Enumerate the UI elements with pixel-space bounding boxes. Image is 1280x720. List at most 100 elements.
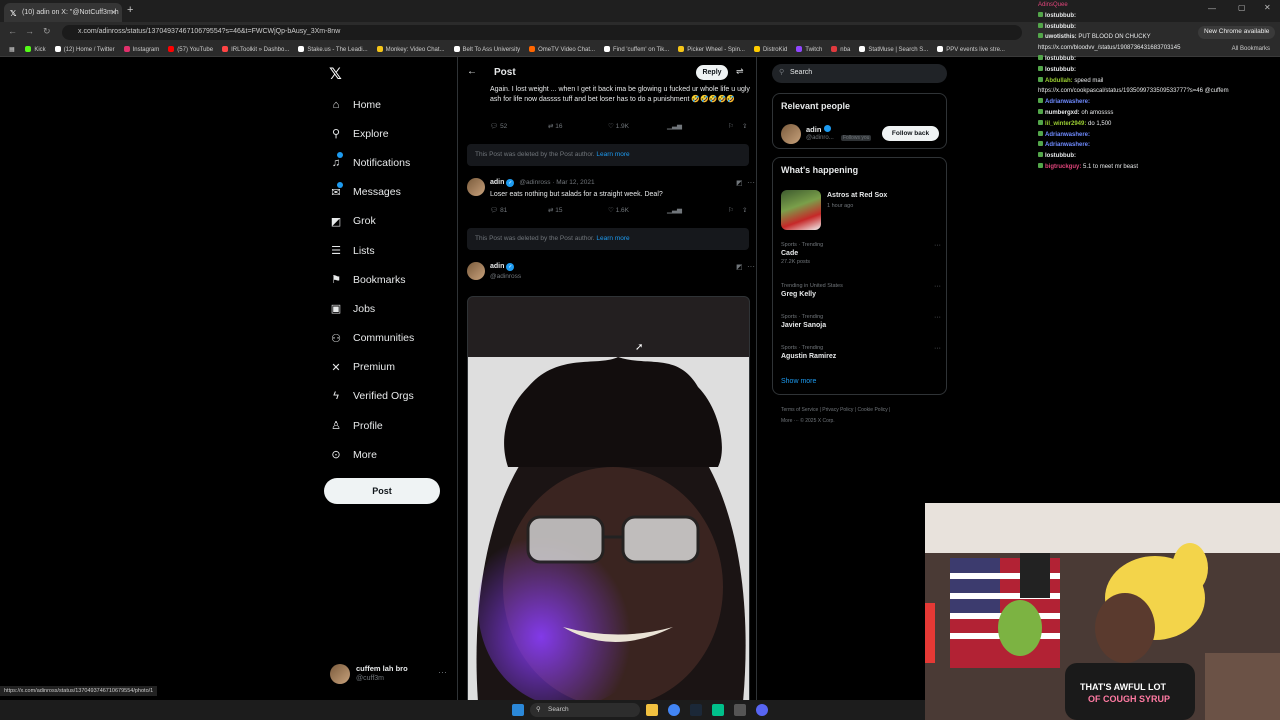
sidebar-item-bookmarks[interactable]: ⚑ Bookmarks [329,265,414,294]
explore-icon: ⚲ [331,128,341,141]
bookmark-favicon-icon [54,46,61,52]
settings-sliders-icon[interactable]: ⇌ [736,66,744,77]
bookmark-label: Belt To Ass University [462,47,521,53]
sidebar-item-more[interactable]: ⊙ More [329,440,414,469]
more-dots-icon[interactable]: ··· [747,262,755,271]
bookmark-item[interactable]: Stake.us - The Leadi... [298,46,368,53]
like-icon[interactable]: ♡ 1.6K [608,206,629,214]
bookmark-item[interactable]: DistroKid [753,46,787,53]
bookmark-item[interactable]: OmeTV Video Chat... [529,46,595,53]
sidebar-item-label: Grok [353,215,376,228]
forward-arrow-icon[interactable]: → [25,26,34,36]
bookmark-item[interactable]: Twitch [796,46,822,53]
x-logo-icon[interactable]: 𝕏 [329,64,342,84]
learn-more-link[interactable]: Learn more [596,151,629,158]
sidebar-item-explore[interactable]: ⚲ Explore [329,119,414,148]
more-dots-icon[interactable]: ··· [934,345,941,352]
account-switcher[interactable]: cuffem lah bro @cuff3m ··· [330,662,450,686]
reply-icon[interactable]: 💬︎ 81 [490,206,507,214]
bookmark-item[interactable]: Belt To Ass University [453,46,521,53]
reply-icon[interactable]: 💬︎ 52 [490,122,507,130]
sidebar-item-verified-orgs[interactable]: ϟ Verified Orgs [329,382,414,411]
app-icon[interactable] [712,704,724,716]
trend-item[interactable]: Sports · Trending Cade 27.2K posts ··· [781,242,941,265]
sidebar-item-jobs[interactable]: ▣ Jobs [329,294,414,323]
bookmark-item[interactable]: PPV events live stre... [937,46,1005,53]
more-dots-icon[interactable]: ··· [438,667,447,677]
back-arrow-icon[interactable]: ← [467,66,477,77]
bookmark-item[interactable]: Picker Wheel - Spin... [678,46,745,53]
back-arrow-icon[interactable]: ← [8,26,17,36]
sidebar-item-notifications[interactable]: ♫ Notifications [329,148,414,177]
reply-button[interactable]: Reply [696,65,728,80]
like-icon[interactable]: ♡ 1.9K [608,122,629,130]
new-tab-button[interactable]: + [127,4,133,16]
reload-icon[interactable]: ↻ [43,26,51,37]
bookmark-icon[interactable]: ⚐ [728,122,734,130]
file-explorer-icon[interactable] [646,704,658,716]
views-icon[interactable]: ▁▃▅ [667,122,682,130]
bookmark-label: Twitch [805,47,823,53]
chat-text: https://x.com/bloodvv_/status/1908736431… [1038,45,1181,52]
url-input[interactable]: x.com/adinross/status/137049374671067955… [62,25,1022,40]
bookmark-item[interactable]: Monkey: Video Chat... [376,46,445,53]
bookmark-item[interactable]: Instagram [123,46,159,53]
tweet-author-name[interactable]: adin ✓ [490,263,515,271]
windows-start-icon[interactable] [512,704,524,716]
views-icon[interactable]: ▁▃▅ [667,206,682,214]
retweet-icon[interactable]: ⇄ 15 [548,206,563,214]
more-dots-icon[interactable]: ··· [934,242,941,249]
show-more-link[interactable]: Show more [781,378,816,385]
bookmark-label: Find 'cuffem' on Tik... [613,47,670,53]
bookmark-item[interactable]: Find 'cuffem' on Tik... [604,46,669,53]
bookmark-item[interactable]: (57) YouTube [168,46,213,53]
sidebar-item-messages[interactable]: ✉ Messages [329,178,414,207]
avatar[interactable] [467,178,485,196]
discord-icon[interactable] [756,704,768,716]
sidebar-item-profile[interactable]: ♙ Profile [329,411,414,440]
bookmark-item[interactable]: (12) Home / Twitter [54,46,115,53]
trend-item[interactable]: Sports · Trending Agustin Ramirez ··· [781,345,941,360]
avatar[interactable] [781,124,801,144]
chrome-icon[interactable] [668,704,680,716]
app-icon[interactable] [734,704,746,716]
trend-item[interactable]: Sports · Trending Javier Sanoja ··· [781,314,941,329]
tweet-photo[interactable] [467,296,750,700]
more-dots-icon[interactable]: ··· [747,178,755,187]
bookmark-item[interactable]: IRLToolkit » Dashbo... [222,46,289,53]
sidebar-item-premium[interactable]: ✕ Premium [329,353,414,382]
bookmark-item[interactable]: nba [831,46,850,53]
sidebar-item-home[interactable]: ⌂ Home [329,90,414,119]
share-icon[interactable]: ⇪ [742,122,747,130]
more-dots-icon[interactable]: ··· [934,314,941,321]
apps-grid-icon[interactable]: ▦ [9,46,15,53]
bookmark-item[interactable]: StatMuse | Search S... [859,46,928,53]
steam-icon[interactable] [690,704,702,716]
more-dots-icon[interactable]: ··· [934,283,941,290]
bookmark-icon[interactable]: ⚐ [728,206,734,214]
learn-more-link[interactable]: Learn more [596,235,629,242]
tweet-author-name[interactable]: adin ✓ @adinross · Mar 12, 2021 [490,179,595,187]
event-title[interactable]: Astros at Red Sox [827,192,887,199]
sidebar-item-grok[interactable]: ◩ Grok [329,207,414,236]
sidebar-item-communities[interactable]: ⚇ Communities [329,324,414,353]
sidebar-item-lists[interactable]: ☰ Lists [329,236,414,265]
messages-icon: ✉ [331,186,341,199]
footer-line[interactable]: Terms of Service | Privacy Policy | Cook… [781,405,941,416]
grok-icon[interactable]: ◩ [736,179,743,187]
search-input[interactable]: ⚲ Search [772,64,947,83]
tab-close-icon[interactable]: ✕ [110,8,117,17]
bookmark-item[interactable]: Kick [25,46,46,53]
person-name[interactable]: adin [806,125,831,134]
avatar[interactable] [467,262,485,280]
taskbar-search[interactable]: ⚲ Search [530,703,640,717]
footer-line[interactable]: More ··· © 2025 X Corp. [781,416,941,427]
grok-icon[interactable]: ◩ [736,263,743,271]
browser-tab[interactable]: 𝕏 (10) adin on X: "@NotCuff3m h ✕ [4,3,122,22]
post-button[interactable]: Post [324,478,440,504]
share-icon[interactable]: ⇪ [742,206,747,214]
retweet-icon[interactable]: ⇄ 16 [548,122,563,130]
chat-message: https://x.com/cookpascal/status/19350997… [1038,86,1280,97]
trend-item[interactable]: Trending in United States Greg Kelly ··· [781,283,941,298]
follow-back-button[interactable]: Follow back [882,126,939,141]
